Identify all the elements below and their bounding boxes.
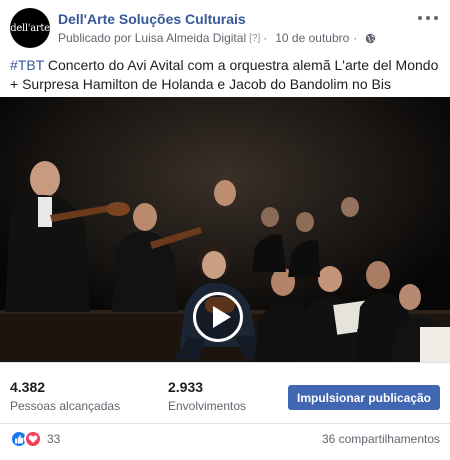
play-icon[interactable] (193, 292, 243, 342)
published-by-text: Publicado por Luisa Almeida Digital (58, 31, 247, 45)
page-avatar[interactable]: dell'arte (10, 8, 50, 48)
post-insights: 4.382 Pessoas alcançadas 2.933 Envolvime… (0, 362, 450, 424)
engagement-stat: 2.933 Envolvimentos (168, 379, 246, 413)
help-marker[interactable]: [?] (249, 33, 260, 44)
reach-value: 4.382 (10, 379, 46, 395)
page-name-link[interactable]: Dell'Arte Soluções Culturais (58, 11, 246, 27)
video-player[interactable] (0, 97, 450, 362)
post-footer: 33 36 compartilhamentos (0, 424, 450, 460)
post-meta: Publicado por Luisa Almeida Digital [?] … (58, 31, 376, 45)
engagement-value: 2.933 (168, 379, 204, 395)
post-header: dell'arte Dell'Arte Soluções Culturais P… (0, 0, 450, 52)
avatar-logo-text: dell'arte (10, 22, 50, 34)
post-date-link[interactable]: 10 de outubro (275, 31, 349, 45)
globe-icon[interactable] (365, 33, 376, 44)
meta-separator: · (263, 31, 268, 45)
reach-stat: 4.382 Pessoas alcançadas (10, 379, 120, 413)
engagement-label: Envolvimentos (168, 399, 247, 413)
shares-link[interactable]: 36 compartilhamentos (322, 432, 440, 446)
hashtag-link[interactable]: #TBT (10, 57, 44, 73)
reach-label: Pessoas alcançadas (10, 399, 121, 413)
reaction-count: 33 (47, 432, 61, 446)
post-caption: #TBT Concerto do Avi Avital com a orques… (10, 56, 442, 94)
more-options-icon[interactable] (418, 12, 438, 24)
meta-separator-2: · (353, 31, 358, 45)
boost-post-button[interactable]: Impulsionar publicação (288, 385, 440, 410)
caption-text: Concerto do Avi Avital com a orquestra a… (10, 57, 439, 92)
reactions-summary[interactable]: 33 (10, 430, 60, 448)
love-icon (24, 430, 42, 448)
